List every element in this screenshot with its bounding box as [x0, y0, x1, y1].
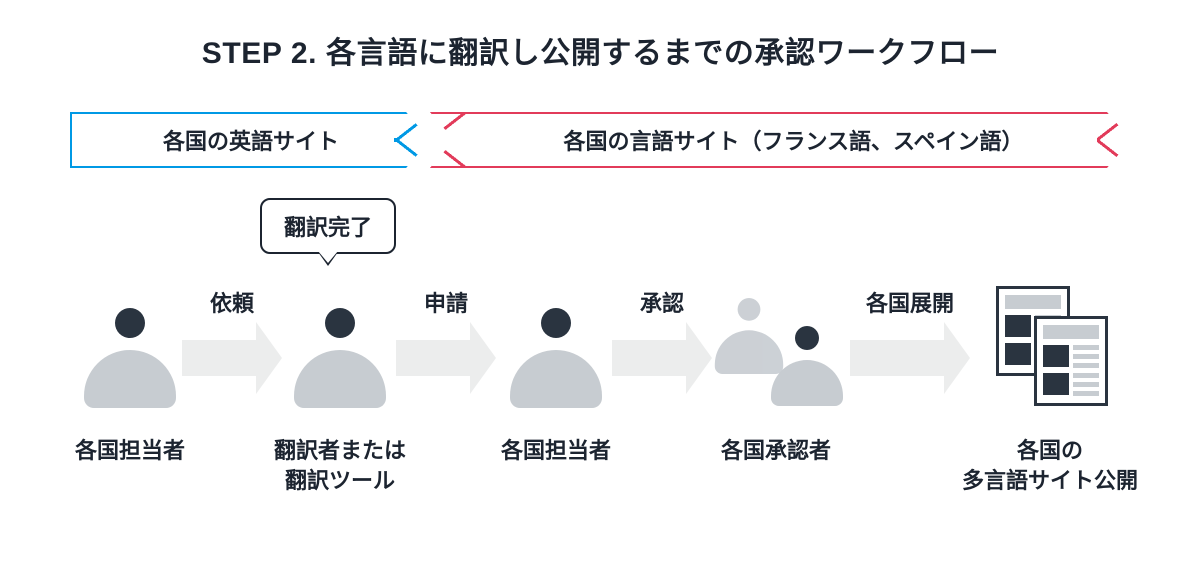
arrow-3: 承認	[612, 322, 712, 394]
role-node-5	[972, 286, 1132, 406]
scope-left-label: 各国の英語サイト	[163, 124, 339, 156]
people-icon	[713, 296, 843, 406]
arrow-4: 各国展開	[850, 322, 970, 394]
role-caption-3: 各国担当者	[476, 436, 636, 466]
arrow-4-label: 各国展開	[850, 286, 970, 318]
role-node-1	[70, 308, 190, 408]
person-icon	[84, 308, 176, 408]
speech-bubble-text: 翻訳完了	[284, 215, 372, 240]
person-icon	[294, 308, 386, 408]
workflow: 翻訳完了 各国担当者 依頼 翻訳者または翻訳ツール 申請 各国担当者 承認	[60, 198, 1141, 518]
page-title: STEP 2. 各言語に翻訳し公開するまでの承認ワークフロー	[0, 0, 1201, 72]
arrow-1: 依頼	[182, 322, 282, 394]
arrow-2-label: 申請	[396, 286, 496, 318]
arrow-1-label: 依頼	[182, 286, 282, 318]
role-caption-1: 各国担当者	[50, 436, 210, 466]
person-icon	[510, 308, 602, 408]
role-caption-4: 各国承認者	[696, 436, 856, 466]
scope-bar: 各国の英語サイト 各国の言語サイト（フランス語、スペイン語）	[70, 112, 1131, 168]
role-caption-2: 翻訳者または翻訳ツール	[240, 436, 440, 495]
arrow-2: 申請	[396, 322, 496, 394]
scope-right-label: 各国の言語サイト（フランス語、スペイン語）	[563, 124, 1023, 156]
role-node-4	[708, 296, 848, 406]
webpages-icon	[992, 286, 1112, 406]
role-node-2	[280, 308, 400, 408]
arrow-3-label: 承認	[612, 286, 712, 318]
scope-left: 各国の英語サイト	[70, 112, 430, 168]
role-caption-5: 各国の多言語サイト公開	[940, 436, 1160, 495]
role-node-3	[496, 308, 616, 408]
speech-bubble: 翻訳完了	[260, 198, 396, 254]
scope-right: 各国の言語サイト（フランス語、スペイン語）	[430, 112, 1131, 168]
